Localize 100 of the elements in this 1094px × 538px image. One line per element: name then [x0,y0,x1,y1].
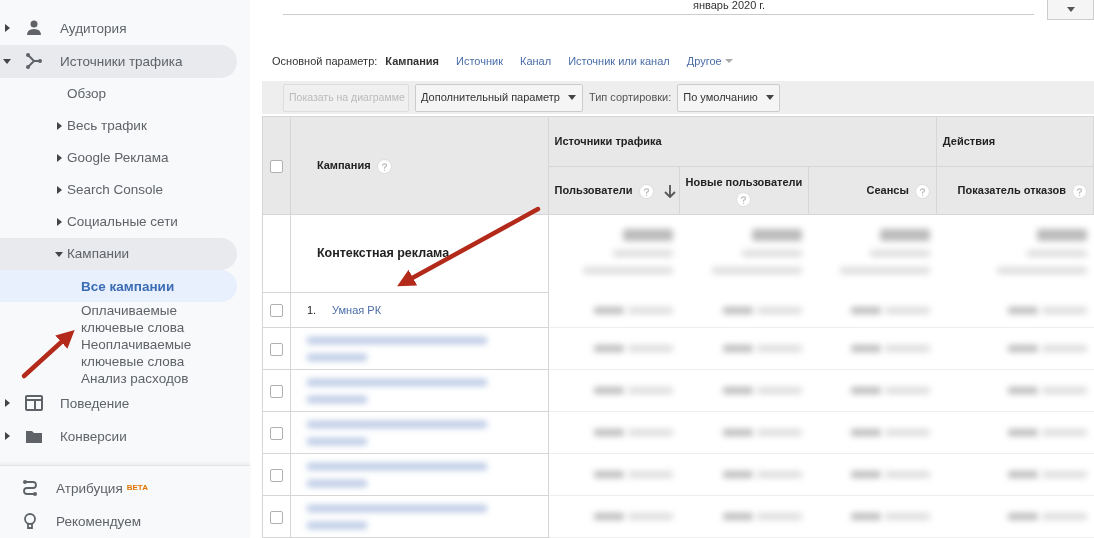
sidebar-item[interactable]: Источники трафика [0,45,237,78]
help-icon [1072,183,1087,199]
blurred-value [752,228,803,241]
help-icon [914,183,930,199]
blurred-value [850,429,881,437]
blurred-value [723,387,754,395]
blurred-value [723,429,754,437]
row-number: 1. [306,303,317,316]
help-icon [736,192,752,208]
sort-label: Тип сортировки: [588,90,672,106]
blurred-value [723,513,754,521]
blurred-value [593,387,624,395]
sidebar-item[interactable]: Аудитория [0,12,237,45]
blurred-value [1037,228,1087,241]
blurred-value [593,513,624,521]
column-header[interactable]: Показатель отказов [957,184,1066,197]
blurred-value [742,250,803,258]
sidebar-item[interactable]: Весь трафик [0,110,237,142]
route-icon [21,479,39,497]
caret-icon [765,95,774,101]
row-checkbox[interactable] [269,384,283,398]
row-checkbox[interactable] [269,510,283,524]
row-checkbox[interactable] [269,468,283,482]
blurred-value [850,387,881,395]
blurred-value [1008,387,1038,395]
blurred-value [612,250,673,258]
summary-label: Контекстная реклама [316,246,450,261]
caret-icon [567,95,576,101]
blurred-value [757,471,803,479]
sidebar-item[interactable]: Рекомендуем [56,512,141,530]
sidebar-item[interactable]: Конверсии [0,420,237,453]
blurred-value [869,250,930,258]
blurred-value [757,513,803,521]
sidebar-item[interactable]: Социальные сети [0,206,237,238]
sidebar-item[interactable]: Оплачиваемые ключевые слова [0,302,237,336]
blurred-value [306,437,367,445]
sidebar-item[interactable]: Анализ расходов [0,370,237,387]
caret-icon [724,59,733,64]
help-icon [638,183,654,199]
menu-button[interactable] [1047,0,1094,20]
sidebar-item[interactable]: Обзор [0,78,237,110]
blurred-value [306,353,367,361]
sidebar-item[interactable]: Атрибуция [56,479,123,497]
blurred-value [850,306,881,314]
blurred-value [723,471,754,479]
dimension-link[interactable]: Другое [686,52,733,70]
blurred-value [879,228,930,241]
blurred-value [306,395,367,403]
row-checkbox[interactable] [269,342,283,356]
blurred-value [622,228,673,241]
dimension-link[interactable]: Источник или канал [568,52,670,70]
blurred-value [1008,345,1038,353]
dimension-label: Основной параметр: [272,53,378,69]
sidebar-item[interactable]: Все кампании [0,270,237,302]
campaign-link[interactable]: Умная РК [332,303,382,316]
sidebar-item[interactable]: Неоплачиваемые ключевые слова [0,336,237,370]
blurred-value [593,429,624,437]
blurred-value [306,521,367,529]
blurred-value [593,471,624,479]
row-checkbox[interactable] [269,304,283,318]
blurred-value [723,345,754,353]
dimension-link[interactable]: Кампания [385,52,440,70]
blurred-value [757,345,803,353]
person-icon [25,19,43,37]
window-icon [25,394,43,412]
dimension-link[interactable]: Источник [456,52,503,70]
sidebar-item[interactable]: Поведение [0,387,237,420]
help-icon [376,158,392,174]
blurred-value [757,429,803,437]
annotation-arrow [21,329,75,379]
beta-label: BETA [126,482,148,494]
dimension-link[interactable]: Канал [520,52,552,70]
sidebar-item[interactable]: Google Реклама [0,142,237,174]
secondary-dimension-dropdown[interactable]: Дополнительный параметр [415,83,583,112]
caret-icon [1066,7,1075,12]
blurred-value [306,479,367,487]
column-header[interactable]: Сеансы [866,184,909,197]
blurred-value [1008,513,1038,521]
fork-icon [25,52,43,70]
sidebar-item[interactable]: Search Console [0,174,237,206]
column-header: Кампания [316,159,371,172]
select-all-checkbox[interactable] [269,159,283,173]
blurred-value [1008,471,1038,479]
blurred-value [723,306,754,314]
column-group-header: Источники трафика [554,135,662,148]
blurred-value [757,306,803,314]
blurred-value [850,471,881,479]
blurred-value [1008,306,1038,314]
row-checkbox[interactable] [269,426,283,440]
sort-dropdown[interactable]: По умолчанию [677,83,780,112]
blurred-value [593,345,624,353]
lightbulb-icon [21,512,39,530]
blurred-value [850,513,881,521]
blurred-value [850,345,881,353]
blurred-value [757,387,803,395]
sidebar-item[interactable]: Кампании [0,238,237,270]
column-header[interactable]: Пользователи [554,184,633,197]
blurred-value [1008,429,1038,437]
column-group-header: Действия [942,135,996,148]
blurred-value [593,306,624,314]
